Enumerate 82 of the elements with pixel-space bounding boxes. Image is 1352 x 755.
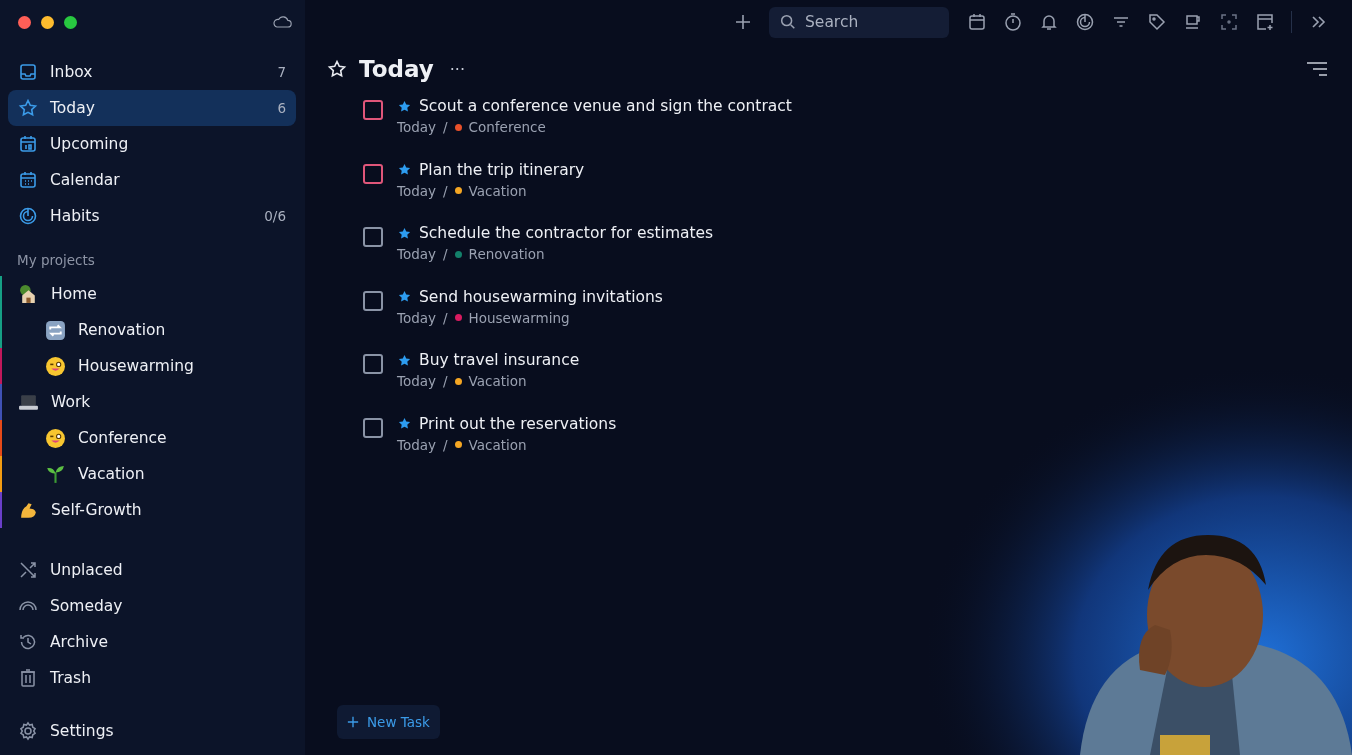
settings-icon	[18, 721, 38, 741]
star-icon	[18, 98, 38, 118]
nav-item[interactable]: Someday	[8, 588, 296, 624]
winking-face-icon	[45, 427, 66, 449]
nav-item[interactable]: Today 6	[8, 90, 296, 126]
project-item[interactable]: Work	[8, 384, 296, 420]
search-icon	[779, 13, 797, 31]
repeat-icon	[45, 319, 66, 341]
task-title[interactable]: Schedule the contractor for estimates	[419, 224, 714, 242]
search-field[interactable]: Search	[769, 6, 949, 38]
inbox-icon	[18, 62, 38, 82]
bell-icon[interactable]	[1039, 12, 1059, 32]
target-icon[interactable]	[1075, 12, 1095, 32]
task-title[interactable]: Plan the trip itinerary	[419, 160, 585, 179]
task-checkbox[interactable]	[363, 100, 383, 120]
star-icon[interactable]	[327, 59, 347, 79]
more-button[interactable]: ···	[445, 59, 469, 79]
nav-item[interactable]: Unplaced	[8, 552, 296, 588]
task-checkbox[interactable]	[363, 417, 383, 438]
nav-item[interactable]: Trash	[8, 660, 296, 696]
separator: /	[443, 309, 448, 326]
separator: /	[443, 119, 448, 135]
mug-icon[interactable]	[1183, 12, 1203, 32]
winking-face-icon	[45, 355, 66, 377]
task-title[interactable]: Buy travel insurance	[419, 351, 580, 369]
task-title[interactable]: Print out the reservations	[419, 414, 617, 433]
focus-icon[interactable]	[1219, 12, 1239, 32]
separator: /	[443, 436, 448, 453]
task-project[interactable]: Vacation	[468, 373, 527, 389]
zoom-button[interactable]	[64, 15, 77, 29]
tag-icon[interactable]	[1147, 12, 1167, 32]
task-date: Today	[397, 309, 437, 326]
calendar-icon	[18, 170, 38, 190]
nav-item[interactable]: Habits 0/6	[8, 198, 296, 234]
project-item[interactable]: Renovation	[8, 312, 296, 348]
project-item[interactable]: Vacation	[8, 456, 296, 492]
task-project[interactable]: Vacation	[468, 436, 527, 453]
add-icon[interactable]	[733, 12, 753, 32]
new-task-button[interactable]: New Task	[337, 705, 440, 739]
project-item[interactable]: Conference	[8, 420, 296, 456]
task-date: Today	[397, 119, 437, 135]
calendar-icon[interactable]	[967, 12, 987, 32]
task-title[interactable]: Send housewarming invitations	[419, 287, 663, 306]
nav-item[interactable]: Archive	[8, 624, 296, 660]
project-item[interactable]: Self-Growth	[8, 492, 296, 528]
nav-item[interactable]: Inbox 7	[8, 54, 296, 90]
settings-item[interactable]: Settings	[8, 713, 296, 749]
add-window-icon[interactable]	[1255, 12, 1275, 32]
project-item[interactable]: Home	[8, 276, 296, 312]
separator: /	[443, 182, 448, 199]
task-project[interactable]: Renovation	[468, 246, 545, 262]
calendar-icon	[18, 134, 38, 154]
task-checkbox[interactable]	[363, 163, 383, 184]
task-date: Today	[397, 436, 437, 453]
separator: /	[443, 373, 448, 389]
target-icon	[18, 206, 38, 226]
separator: /	[443, 246, 448, 262]
task-checkbox[interactable]	[363, 227, 383, 247]
nav-item[interactable]: Calendar	[8, 162, 296, 198]
cloud-icon[interactable]	[272, 15, 292, 29]
task-title[interactable]: Scout a conference venue and sign the contract	[419, 97, 792, 115]
minimize-button[interactable]	[41, 15, 54, 29]
trash-icon	[18, 668, 38, 688]
task-project[interactable]: Conference	[468, 119, 546, 135]
shuffle-icon	[18, 560, 38, 580]
nav-item[interactable]: Upcoming	[8, 126, 296, 162]
task-project[interactable]: Housewarming	[468, 309, 570, 326]
task-project[interactable]: Vacation	[468, 182, 527, 199]
sort-icon[interactable]	[1306, 61, 1328, 77]
task-date: Today	[397, 246, 437, 262]
plus-icon	[347, 716, 359, 728]
section-heading: My projects	[16, 251, 96, 270]
task-date: Today	[397, 373, 437, 389]
close-button[interactable]	[18, 15, 31, 29]
stopwatch-icon[interactable]	[1003, 12, 1023, 32]
task-checkbox[interactable]	[363, 290, 383, 311]
task-date: Today	[397, 182, 437, 199]
sprout-icon	[45, 463, 66, 485]
history-icon	[18, 632, 38, 652]
project-item[interactable]: Housewarming	[8, 348, 296, 384]
view-title: Today	[359, 56, 434, 82]
task-checkbox[interactable]	[363, 354, 383, 374]
